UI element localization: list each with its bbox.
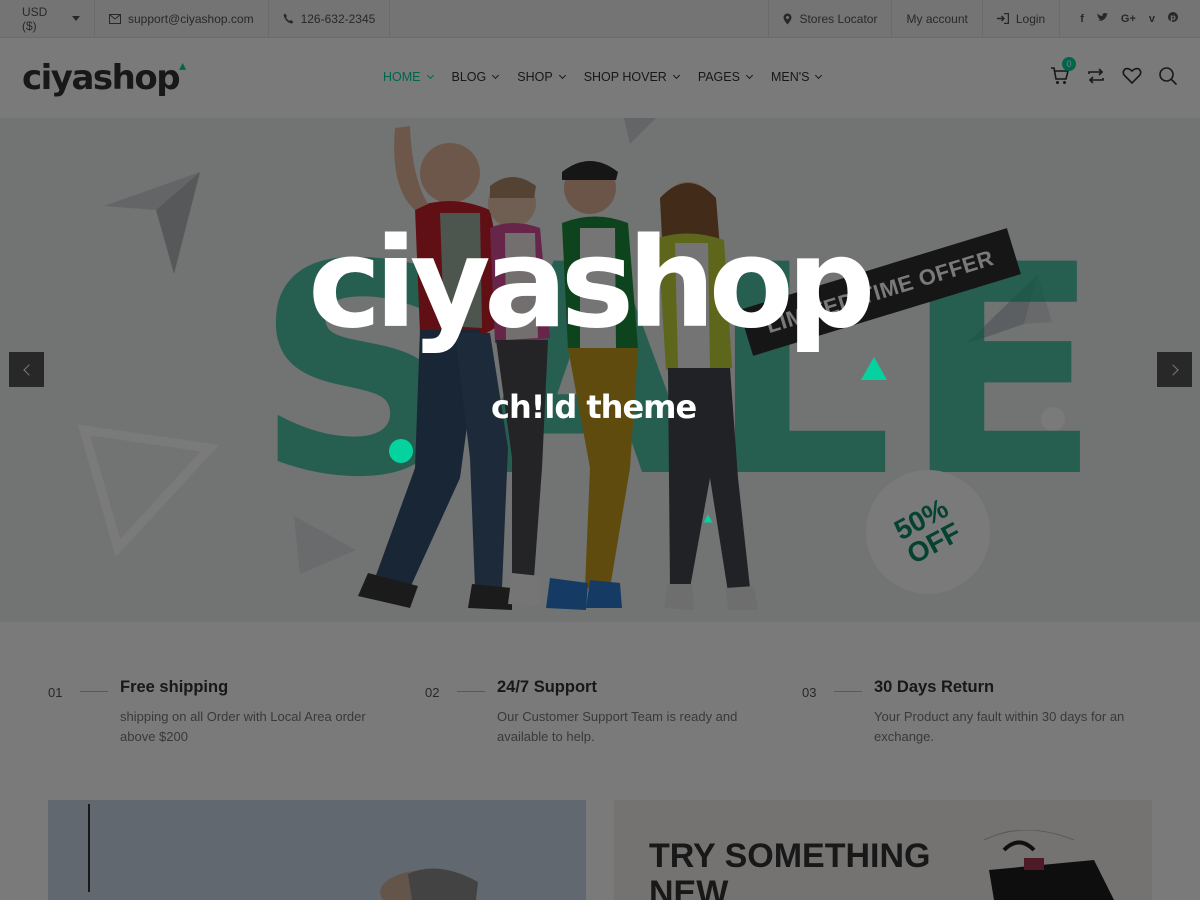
feature-divider xyxy=(457,691,485,692)
main-header: ciyashop▴ HOME BLOG SHOP SHOP HOVER PAGE… xyxy=(0,38,1200,118)
features-section: 01 Free shipping shipping on all Order w… xyxy=(0,622,1200,800)
logo-text: ciyashop xyxy=(22,58,181,98)
wishlist-button[interactable] xyxy=(1122,66,1142,86)
feature-number: 01 xyxy=(48,685,63,700)
main-nav: HOME BLOG SHOP SHOP HOVER PAGES MEN'S xyxy=(383,70,840,84)
caret-down-icon xyxy=(72,16,80,21)
search-button[interactable] xyxy=(1158,66,1178,86)
feature-divider xyxy=(834,691,862,692)
nav-label: SHOP xyxy=(517,70,553,84)
nav-item-blog[interactable]: BLOG xyxy=(451,70,500,84)
cart-count-badge: 0 xyxy=(1062,57,1076,71)
model-photo xyxy=(380,868,478,900)
top-bar: USD ($) support@ciyashop.com 126-632-234… xyxy=(0,0,1200,38)
triangle-decoration-icon xyxy=(78,424,218,557)
nav-label: HOME xyxy=(383,70,421,84)
promo-banner-right[interactable]: TRY SOMETHING NEW xyxy=(614,800,1152,900)
chevron-down-icon xyxy=(672,71,680,80)
currency-selector[interactable]: USD ($) xyxy=(0,0,95,38)
models-photo xyxy=(358,126,758,610)
email-text: support@ciyashop.com xyxy=(128,11,254,26)
nav-item-mens[interactable]: MEN'S xyxy=(770,70,823,84)
feature-title: 30 Days Return xyxy=(874,678,995,696)
logo-accent-icon: ▴ xyxy=(179,58,186,74)
chevron-right-icon xyxy=(1166,363,1179,376)
chevron-down-icon xyxy=(815,71,823,80)
nav-item-home[interactable]: HOME xyxy=(383,70,434,84)
banner-divider xyxy=(88,804,90,892)
hero-slider: SALE LIMITED TIME OFFE xyxy=(0,118,1200,622)
feature-number: 03 xyxy=(802,685,817,700)
search-icon xyxy=(1159,67,1178,86)
nav-label: BLOG xyxy=(451,70,487,84)
compare-icon xyxy=(1088,68,1104,84)
envelope-icon xyxy=(109,13,121,24)
nav-label: PAGES xyxy=(697,70,740,84)
feature-title: 24/7 Support xyxy=(497,678,597,696)
chevron-down-icon xyxy=(492,71,500,80)
social-links: f G+ v p xyxy=(1059,0,1200,38)
phone-link[interactable]: 126-632-2345 xyxy=(269,0,391,38)
email-link[interactable]: support@ciyashop.com xyxy=(95,0,269,38)
currency-label: USD ($) xyxy=(22,4,48,33)
login-text: Login xyxy=(1015,11,1046,26)
nav-label: SHOP HOVER xyxy=(583,70,667,84)
chevron-left-icon xyxy=(22,363,35,376)
phone-text: 126-632-2345 xyxy=(300,11,376,26)
vimeo-icon[interactable]: v xyxy=(1149,13,1155,25)
banner-title: TRY SOMETHING NEW xyxy=(649,837,931,900)
my-account-text: My account xyxy=(906,11,968,26)
login-link[interactable]: Login xyxy=(981,0,1059,38)
handbag-photo xyxy=(983,830,1114,900)
heart-icon xyxy=(1122,67,1142,85)
svg-text:p: p xyxy=(1170,13,1176,22)
chevron-down-icon xyxy=(745,71,754,80)
slider-next-button[interactable] xyxy=(1157,352,1192,387)
cart-button[interactable]: 0 xyxy=(1050,57,1076,86)
overlay-logo-text: ciyashop xyxy=(308,212,876,356)
chevron-down-icon xyxy=(426,71,434,80)
overlay-logo-dot-icon xyxy=(389,439,413,463)
chevron-down-icon xyxy=(558,71,566,80)
nav-item-shop-hover[interactable]: SHOP HOVER xyxy=(583,70,680,84)
feature-title: Free shipping xyxy=(120,678,229,696)
nav-item-pages[interactable]: PAGES xyxy=(697,70,754,84)
nav-label: MEN'S xyxy=(770,70,810,84)
feature-description: Our Customer Support Team is ready and a… xyxy=(497,709,738,744)
feature-description: shipping on all Order with Local Area or… xyxy=(120,709,366,744)
feature-divider xyxy=(80,691,108,692)
stores-locator-link[interactable]: Stores Locator xyxy=(768,0,891,38)
promo-banner-left[interactable] xyxy=(48,800,586,900)
my-account-link[interactable]: My account xyxy=(891,0,981,38)
feature-description: Your Product any fault within 30 days fo… xyxy=(874,709,1125,744)
slider-prev-button[interactable] xyxy=(9,352,44,387)
overlay-logo-triangle-icon xyxy=(861,357,887,380)
phone-icon xyxy=(283,13,294,24)
overlay-subtitle-triangle-icon xyxy=(703,514,713,523)
stores-locator-text: Stores Locator xyxy=(799,11,878,26)
pinterest-icon[interactable]: p xyxy=(1168,12,1178,25)
sign-in-icon xyxy=(996,13,1009,24)
feature-number: 02 xyxy=(425,685,440,700)
header-icons: 0 xyxy=(1050,57,1178,86)
twitter-icon[interactable] xyxy=(1096,12,1108,25)
compare-button[interactable] xyxy=(1086,66,1106,86)
overlay-logo: ciyashop xyxy=(308,222,876,346)
site-logo[interactable]: ciyashop▴ xyxy=(22,58,186,98)
facebook-icon[interactable]: f xyxy=(1080,13,1084,25)
paper-plane-decoration-icon xyxy=(104,172,200,274)
map-pin-icon xyxy=(783,13,792,24)
nav-item-shop[interactable]: SHOP xyxy=(517,70,566,84)
google-plus-icon[interactable]: G+ xyxy=(1121,13,1136,25)
overlay-subtitle: ch!ld theme xyxy=(491,388,697,426)
